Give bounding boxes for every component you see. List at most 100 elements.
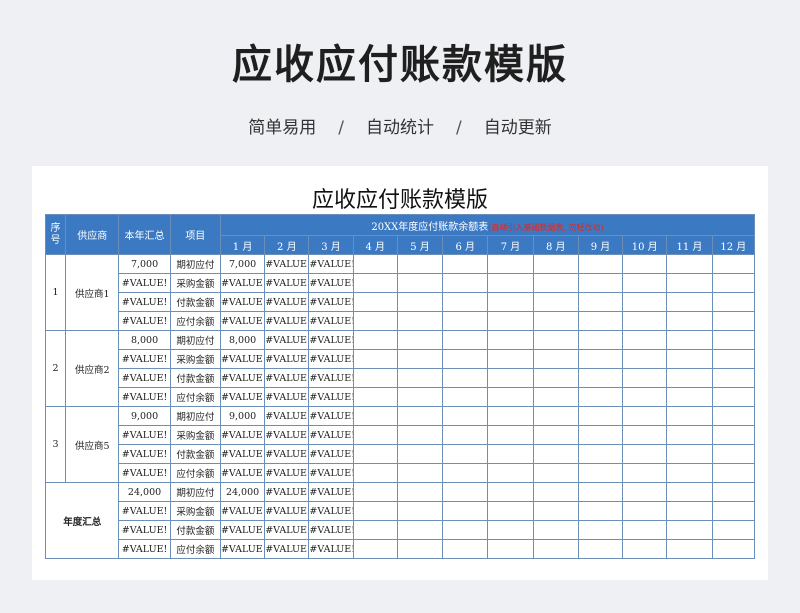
month-cell[interactable] (487, 292, 534, 312)
month-cell[interactable] (666, 273, 713, 293)
month-cell[interactable] (666, 406, 713, 426)
month-cell[interactable] (532, 368, 579, 388)
item-cell[interactable]: 应付余额 (169, 539, 221, 559)
month-cell[interactable]: #VALUE! (308, 292, 354, 312)
item-cell[interactable]: 期初应付 (169, 330, 221, 350)
month-cell[interactable] (532, 463, 579, 483)
month-cell[interactable] (622, 254, 668, 274)
month-cell[interactable] (487, 311, 534, 331)
month-cell[interactable] (442, 311, 489, 331)
month-cell[interactable] (577, 463, 624, 483)
month-cell[interactable]: #VALUE! (264, 387, 310, 407)
month-cell[interactable] (396, 349, 444, 369)
month-cell[interactable] (622, 539, 668, 559)
month-cell[interactable] (352, 406, 398, 426)
month-cell[interactable]: #VALUE! (264, 292, 310, 312)
month-cell[interactable] (666, 444, 713, 464)
month-cell[interactable] (622, 501, 668, 521)
month-cell[interactable] (352, 349, 398, 369)
month-cell[interactable]: #VALUE! (308, 387, 354, 407)
month-cell[interactable] (532, 425, 579, 445)
month-cell[interactable] (532, 349, 579, 369)
year-total-cell[interactable]: #VALUE! (118, 444, 171, 464)
month-cell[interactable] (532, 501, 579, 521)
month-cell[interactable] (442, 463, 489, 483)
month-cell[interactable] (577, 311, 624, 331)
year-total-cell[interactable]: 9,000 (118, 406, 171, 426)
month-cell[interactable] (666, 387, 713, 407)
month-cell[interactable] (487, 254, 534, 274)
year-total-cell[interactable]: 7,000 (118, 254, 171, 274)
month-cell[interactable]: #VALUE! (264, 406, 310, 426)
month-cell[interactable]: #VALUE! (219, 539, 266, 559)
month-cell[interactable] (532, 273, 579, 293)
month-cell[interactable]: #VALUE! (219, 368, 266, 388)
month-cell[interactable] (532, 482, 579, 502)
month-cell[interactable] (396, 539, 444, 559)
year-total-cell[interactable]: #VALUE! (118, 425, 171, 445)
month-cell[interactable]: #VALUE! (264, 444, 310, 464)
month-cell[interactable] (352, 539, 398, 559)
month-cell[interactable] (396, 368, 444, 388)
month-cell[interactable] (711, 539, 756, 559)
year-total-cell[interactable]: #VALUE! (118, 349, 171, 369)
month-cell[interactable]: #VALUE! (308, 311, 354, 331)
month-cell[interactable]: #VALUE! (308, 330, 354, 350)
month-cell[interactable] (622, 349, 668, 369)
month-cell[interactable] (396, 520, 444, 540)
month-cell[interactable]: #VALUE! (219, 501, 266, 521)
month-cell[interactable]: #VALUE! (264, 330, 310, 350)
month-cell[interactable] (487, 520, 534, 540)
item-cell[interactable]: 期初应付 (169, 406, 221, 426)
month-cell[interactable] (622, 273, 668, 293)
month-cell[interactable] (396, 330, 444, 350)
month-cell[interactable] (711, 520, 756, 540)
month-cell[interactable]: #VALUE! (308, 425, 354, 445)
item-cell[interactable]: 期初应付 (169, 254, 221, 274)
month-cell[interactable] (487, 349, 534, 369)
month-cell[interactable] (532, 311, 579, 331)
month-cell[interactable] (711, 349, 756, 369)
item-cell[interactable]: 付款金额 (169, 368, 221, 388)
month-cell[interactable] (666, 254, 713, 274)
item-cell[interactable]: 应付余额 (169, 463, 221, 483)
month-cell[interactable] (396, 387, 444, 407)
month-cell[interactable] (577, 425, 624, 445)
month-cell[interactable]: #VALUE! (219, 463, 266, 483)
month-cell[interactable]: #VALUE! (308, 539, 354, 559)
month-cell[interactable]: #VALUE! (308, 444, 354, 464)
month-cell[interactable] (711, 425, 756, 445)
month-cell[interactable]: #VALUE! (308, 368, 354, 388)
month-cell[interactable] (666, 349, 713, 369)
year-total-cell[interactable]: #VALUE! (118, 539, 171, 559)
month-cell[interactable] (396, 311, 444, 331)
item-cell[interactable]: 付款金额 (169, 292, 221, 312)
month-cell[interactable] (577, 539, 624, 559)
month-cell[interactable] (577, 273, 624, 293)
month-cell[interactable] (711, 463, 756, 483)
month-cell[interactable]: #VALUE! (219, 520, 266, 540)
month-cell[interactable]: #VALUE! (264, 501, 310, 521)
month-cell[interactable] (622, 311, 668, 331)
year-total-cell[interactable]: 24,000 (118, 482, 171, 502)
month-cell[interactable]: #VALUE! (264, 311, 310, 331)
month-cell[interactable] (622, 520, 668, 540)
month-cell[interactable] (711, 330, 756, 350)
month-cell[interactable] (352, 520, 398, 540)
month-cell[interactable] (711, 273, 756, 293)
item-cell[interactable]: 采购金额 (169, 273, 221, 293)
year-total-cell[interactable]: #VALUE! (118, 501, 171, 521)
month-cell[interactable] (442, 444, 489, 464)
item-cell[interactable]: 期初应付 (169, 482, 221, 502)
month-cell[interactable]: #VALUE! (219, 387, 266, 407)
month-cell[interactable]: #VALUE! (264, 254, 310, 274)
year-total-cell[interactable]: #VALUE! (118, 387, 171, 407)
month-cell[interactable] (711, 311, 756, 331)
month-cell[interactable] (666, 311, 713, 331)
month-cell[interactable] (711, 501, 756, 521)
month-cell[interactable] (711, 292, 756, 312)
month-cell[interactable] (442, 425, 489, 445)
month-cell[interactable] (352, 273, 398, 293)
month-cell[interactable]: 24,000 (219, 482, 266, 502)
month-cell[interactable] (532, 330, 579, 350)
